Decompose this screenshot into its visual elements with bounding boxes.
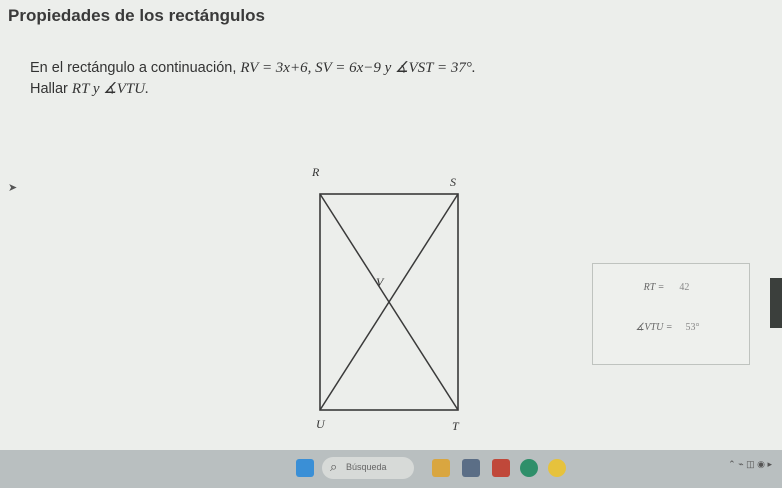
vertex-label-s: S <box>450 175 456 189</box>
answer-row-rt: RT = 42 <box>593 282 749 293</box>
taskbar-app-icon-1[interactable] <box>432 459 450 477</box>
answer-row-angle: ∡VTU = 53° <box>593 322 749 333</box>
mouse-pointer-icon: ➤ <box>8 182 18 194</box>
browser-icon[interactable] <box>520 459 538 477</box>
taskbar-app-icon-2[interactable] <box>462 459 480 477</box>
exercise-page: Propiedades de los rectángulos En el rec… <box>0 0 782 450</box>
system-tray[interactable]: ⌃ ⌁ ◫ ◉ ▸ <box>728 459 772 470</box>
problem-line-2-text: Hallar <box>30 81 72 97</box>
search-box[interactable]: ⌕ Búsqueda <box>322 457 414 479</box>
answer-panel: RT = 42 ∡VTU = 53° <box>592 263 750 365</box>
vertex-label-r: R <box>311 165 320 179</box>
problem-line-1-text: En el rectángulo a continuación, <box>30 60 241 76</box>
side-panel-tab[interactable] <box>770 278 782 328</box>
problem-line-2-math: RT y ∡VTU. <box>71 81 149 97</box>
point-label-v: V <box>376 275 385 289</box>
problem-line-2: Hallar RT y ∡VTU. <box>30 79 630 100</box>
taskbar-app-icon-3[interactable] <box>492 459 510 477</box>
rectangle-diagram: R S V U T <box>311 165 460 433</box>
problem-line-1-math: RV = 3x+6, SV = 6x−9 y ∡VST = 37°. <box>240 60 476 76</box>
chrome-icon[interactable] <box>548 459 566 477</box>
search-input[interactable]: Búsqueda <box>346 462 387 472</box>
search-icon: ⌕ <box>330 459 338 474</box>
problem-statement: En el rectángulo a continuación, RV = 3x… <box>30 58 630 100</box>
vertex-label-u: U <box>316 417 326 431</box>
page-title: Propiedades de los rectángulos <box>8 6 265 25</box>
problem-line-1: En el rectángulo a continuación, RV = 3x… <box>30 58 630 79</box>
answer-input-angle[interactable]: 53° <box>679 322 707 333</box>
answer-input-rt[interactable]: 42 <box>670 282 698 293</box>
vertex-label-t: T <box>452 419 460 433</box>
answer-label-angle: ∡VTU = <box>635 322 673 333</box>
taskbar: ⌕ Búsqueda ⌃ ⌁ ◫ ◉ ▸ <box>0 450 782 488</box>
start-icon[interactable] <box>296 459 314 477</box>
answer-label-rt: RT = <box>643 282 665 293</box>
